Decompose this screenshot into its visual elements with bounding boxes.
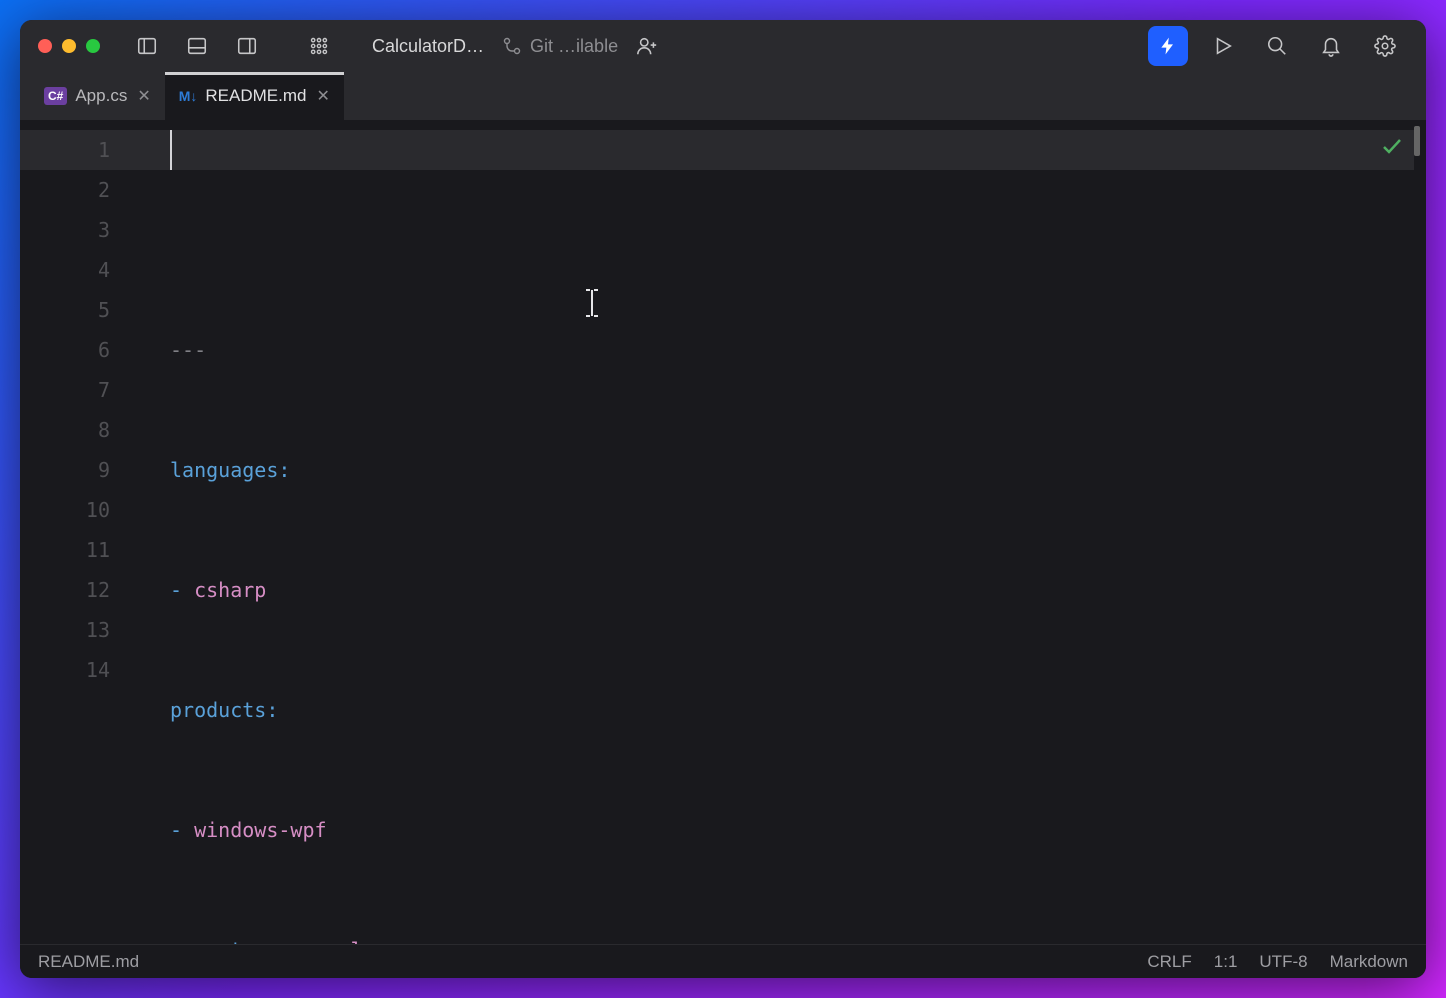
line-number: 12 [20, 570, 110, 610]
inspection-ok-icon[interactable] [1380, 134, 1404, 163]
panel-right-icon[interactable] [228, 27, 266, 65]
git-widget[interactable]: Git …ilable [502, 36, 618, 57]
line-number: 10 [20, 490, 110, 530]
titlebar: CalculatorD… Git …ilable [20, 20, 1426, 72]
text-caret [170, 130, 172, 170]
line-number: 7 [20, 370, 110, 410]
line-number: 9 [20, 450, 110, 490]
tab-label: App.cs [75, 86, 127, 106]
apps-grid-icon[interactable] [300, 27, 338, 65]
code-text: products [170, 698, 266, 722]
search-icon[interactable] [1258, 27, 1296, 65]
close-window-button[interactable] [38, 39, 52, 53]
code-text: --- [170, 338, 206, 362]
status-line-ending[interactable]: CRLF [1147, 952, 1191, 972]
line-number: 8 [20, 410, 110, 450]
close-tab-icon[interactable]: ✕ [137, 86, 150, 106]
editor[interactable]: 1 2 3 4 5 6 7 8 9 10 11 12 13 14 [20, 120, 1426, 944]
statusbar: README.md CRLF 1:1 UTF-8 Markdown [20, 944, 1426, 978]
panel-left-icon[interactable] [128, 27, 166, 65]
code-text: page_type [170, 938, 278, 944]
git-branch-label: Git …ilable [530, 36, 618, 57]
panel-bottom-icon[interactable] [178, 27, 216, 65]
ibeam-cursor-icon [486, 248, 602, 371]
window-title: CalculatorD… [372, 36, 484, 57]
add-account-icon[interactable] [628, 27, 666, 65]
tab-readme-md[interactable]: M↓ README.md ✕ [165, 72, 344, 120]
line-number: 1 [20, 130, 110, 170]
editor-tabbar: C# App.cs ✕ M↓ README.md ✕ [20, 72, 1426, 120]
notifications-icon[interactable] [1312, 27, 1350, 65]
run-button[interactable] [1204, 27, 1242, 65]
code-text: sample [302, 938, 374, 944]
markdown-file-icon: M↓ [179, 88, 198, 104]
settings-icon[interactable] [1366, 27, 1404, 65]
close-tab-icon[interactable]: ✕ [316, 86, 329, 106]
line-number: 2 [20, 170, 110, 210]
minimize-window-button[interactable] [62, 39, 76, 53]
line-number: 13 [20, 610, 110, 650]
code-text: windows-wpf [194, 818, 326, 842]
ide-window: CalculatorD… Git …ilable [20, 20, 1426, 978]
zoom-window-button[interactable] [86, 39, 100, 53]
tab-label: README.md [205, 86, 306, 106]
status-file-name[interactable]: README.md [38, 952, 139, 972]
layout-controls [128, 27, 266, 65]
line-number: 5 [20, 290, 110, 330]
line-gutter: 1 2 3 4 5 6 7 8 9 10 11 12 13 14 [20, 120, 130, 944]
code-area[interactable]: --- languages: - csharp products: - wind… [130, 120, 1426, 944]
window-controls [38, 39, 100, 53]
ai-assistant-button[interactable] [1148, 26, 1188, 66]
status-cursor-position[interactable]: 1:1 [1214, 952, 1238, 972]
scrollbar-thumb[interactable] [1414, 126, 1420, 156]
line-number: 11 [20, 530, 110, 570]
csharp-file-icon: C# [44, 87, 67, 105]
line-number: 4 [20, 250, 110, 290]
code-text: csharp [194, 578, 266, 602]
line-number: 3 [20, 210, 110, 250]
titlebar-right-actions [1148, 26, 1404, 66]
code-text: languages [170, 458, 278, 482]
tab-app-cs[interactable]: C# App.cs ✕ [30, 72, 165, 120]
status-encoding[interactable]: UTF-8 [1259, 952, 1307, 972]
status-file-type[interactable]: Markdown [1330, 952, 1408, 972]
line-number: 6 [20, 330, 110, 370]
line-number: 14 [20, 650, 110, 690]
